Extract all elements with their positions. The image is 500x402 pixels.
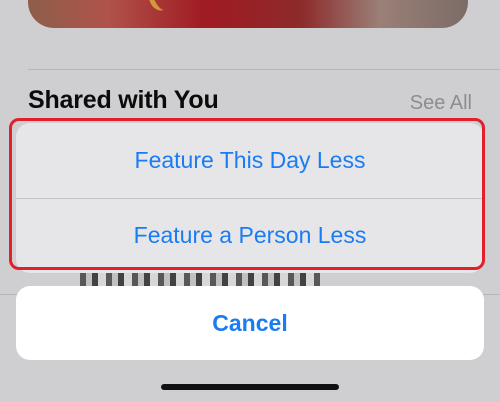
divider [28, 69, 500, 70]
cancel-button[interactable]: Cancel [16, 286, 484, 360]
section-title: Shared with You [28, 86, 219, 114]
photo-detail [142, 0, 179, 14]
photo-card[interactable] [28, 0, 468, 28]
feature-a-person-less-button[interactable]: Feature a Person Less [16, 198, 484, 273]
home-indicator[interactable] [161, 384, 339, 390]
see-all-link[interactable]: See All [410, 92, 472, 115]
feature-this-day-less-button[interactable]: Feature This Day Less [16, 123, 484, 198]
action-sheet-group: Feature This Day Less Feature a Person L… [16, 123, 484, 273]
